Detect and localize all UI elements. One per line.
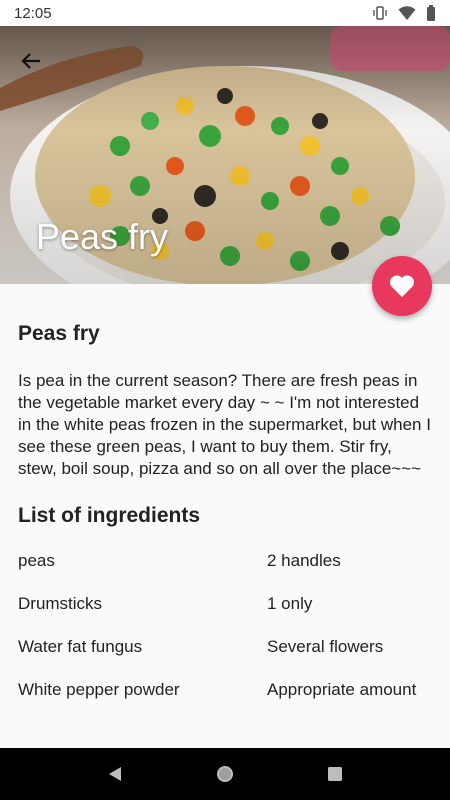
nav-home-icon	[217, 766, 233, 782]
ingredient-row: peas 2 handles	[18, 550, 432, 572]
ingredient-name: White pepper powder	[18, 680, 180, 699]
ingredient-amount: 1 only	[267, 594, 313, 613]
hero-image: Peas fry	[0, 26, 450, 284]
ingredients-heading: List of ingredients	[18, 504, 201, 527]
wifi-icon	[398, 6, 416, 20]
nav-back-button[interactable]	[95, 754, 135, 794]
ingredient-row: White pepper powder Appropriate amount	[18, 679, 432, 701]
vibrate-icon	[373, 6, 387, 20]
arrow-back-icon	[21, 53, 40, 69]
nav-back-icon	[109, 767, 121, 781]
navigation-bar	[0, 748, 450, 800]
ingredient-name: Water fat fungus	[18, 637, 143, 656]
hero-title: Peas fry	[36, 216, 169, 257]
status-bar: 12:05	[0, 0, 450, 26]
nav-home-button[interactable]	[205, 754, 245, 794]
ingredients-list: peas 2 handles Drumsticks 1 only Water f…	[18, 550, 432, 701]
ingredient-amount: Several flowers	[267, 637, 384, 656]
ingredient-name: peas	[18, 551, 55, 570]
ingredient-amount: 2 handles	[267, 551, 341, 570]
recipe-content: Peas fry Is pea in the current season? T…	[0, 284, 450, 748]
back-button[interactable]	[14, 44, 48, 78]
ingredient-row: Drumsticks 1 only	[18, 593, 432, 615]
ingredient-name: Drumsticks	[18, 594, 103, 613]
status-time: 12:05	[14, 4, 52, 22]
nav-recents-button[interactable]	[315, 754, 355, 794]
battery-icon	[427, 5, 435, 21]
ingredient-row: Water fat fungus Several flowers	[18, 636, 432, 658]
recipe-description: Is pea in the current season? There are …	[18, 371, 431, 478]
recipe-title: Peas fry	[18, 322, 100, 345]
ingredient-amount: Appropriate amount	[267, 680, 417, 699]
nav-recents-icon	[328, 767, 342, 781]
status-icons	[372, 5, 436, 21]
